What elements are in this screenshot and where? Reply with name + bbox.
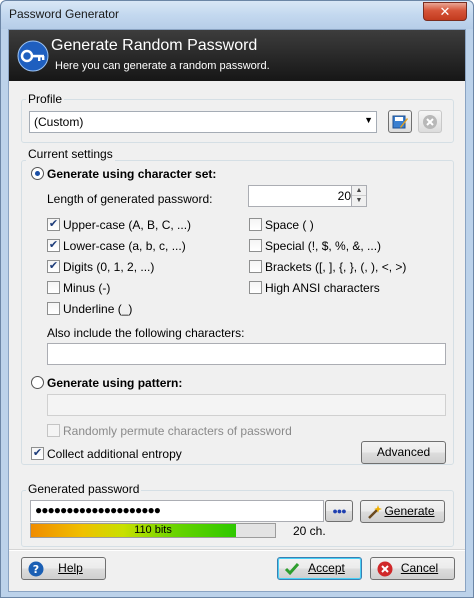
- brackets-checkbox[interactable]: [249, 260, 262, 273]
- help-button-label: Help: [58, 561, 83, 575]
- pattern-radio-label[interactable]: Generate using pattern:: [47, 376, 182, 390]
- length-spinner[interactable]: ▲ ▼: [351, 185, 367, 207]
- special-checkbox[interactable]: [249, 239, 262, 252]
- permute-label[interactable]: Randomly permute characters of password: [63, 424, 292, 438]
- advanced-button-label: Advanced: [376, 445, 431, 459]
- pattern-input[interactable]: [47, 394, 446, 416]
- brackets-label[interactable]: Brackets ([, ], {, }, (, ), <, >): [265, 260, 406, 274]
- profile-selected-value: (Custom): [34, 115, 84, 129]
- digits-label[interactable]: Digits (0, 1, 2, ...): [63, 260, 154, 274]
- upper-case-checkbox[interactable]: ✔: [47, 218, 60, 231]
- generated-password-value: ●●●●●●●●●●●●●●●●●●●●: [35, 503, 161, 517]
- digits-checkbox[interactable]: ✔: [47, 260, 60, 273]
- also-include-label: Also include the following characters:: [47, 326, 245, 340]
- delete-profile-icon: [423, 115, 437, 129]
- header-banner: Generate Random Password Here you can ge…: [9, 30, 465, 81]
- entropy-checkbox[interactable]: ✔: [31, 447, 44, 460]
- high-ansi-checkbox[interactable]: [249, 281, 262, 294]
- length-input[interactable]: 20: [248, 185, 358, 207]
- banner-title: Generate Random Password: [51, 37, 258, 54]
- accept-button-label: Accept: [308, 561, 345, 575]
- footer-separator: [9, 549, 465, 551]
- spin-down-icon[interactable]: ▼: [352, 196, 366, 206]
- title-bar[interactable]: Password Generator ✕: [1, 1, 473, 29]
- close-button[interactable]: ✕: [423, 2, 467, 21]
- chevron-down-icon[interactable]: ▼: [364, 115, 373, 125]
- window-title: Password Generator: [9, 7, 120, 21]
- lower-case-checkbox[interactable]: ✔: [47, 239, 60, 252]
- length-label: Length of generated password:: [47, 192, 213, 206]
- cancel-button[interactable]: Cancel: [370, 557, 455, 580]
- cancel-button-label: Cancel: [400, 561, 439, 575]
- minus-checkbox[interactable]: [47, 281, 60, 294]
- permute-checkbox[interactable]: [47, 424, 60, 437]
- special-label[interactable]: Special (!, $, %, &, ...): [265, 239, 381, 253]
- password-generator-window: Password Generator ✕ Generate Random Pas…: [0, 0, 474, 598]
- banner-subtitle: Here you can generate a random password.: [55, 60, 270, 72]
- password-length-text: 20 ch.: [293, 524, 326, 538]
- generate-button[interactable]: Generate: [360, 500, 445, 523]
- upper-case-label[interactable]: Upper-case (A, B, C, ...): [63, 218, 191, 232]
- generate-button-label: Generate: [384, 504, 435, 518]
- settings-group-label: Current settings: [26, 147, 115, 161]
- lower-case-label[interactable]: Lower-case (a, b, c, ...): [63, 239, 186, 253]
- generated-password-group-label: Generated password: [26, 482, 142, 496]
- delete-profile-button[interactable]: [418, 110, 442, 133]
- password-quality-text: 110 bits: [134, 524, 172, 536]
- space-checkbox[interactable]: [249, 218, 262, 231]
- length-value: 20: [337, 189, 351, 203]
- underline-checkbox[interactable]: [47, 302, 60, 315]
- minus-label[interactable]: Minus (-): [63, 281, 110, 295]
- pattern-radio[interactable]: [31, 376, 44, 389]
- dialog-client-area: Generate Random Password Here you can ge…: [8, 29, 466, 592]
- generated-password-field[interactable]: ●●●●●●●●●●●●●●●●●●●●: [30, 500, 324, 522]
- charset-radio[interactable]: [31, 167, 44, 180]
- spin-up-icon[interactable]: ▲: [352, 186, 366, 196]
- advanced-button[interactable]: Advanced: [361, 441, 446, 464]
- entropy-label[interactable]: Collect additional entropy: [47, 447, 182, 461]
- password-quality-bar: 110 bits: [30, 523, 276, 538]
- also-include-input[interactable]: [47, 343, 446, 365]
- profile-select[interactable]: (Custom) ▼: [29, 111, 377, 133]
- help-button[interactable]: ? Help: [21, 557, 106, 580]
- accept-button[interactable]: Accept: [277, 557, 362, 580]
- key-icon: [17, 40, 49, 72]
- show-password-icon: ●●●: [332, 506, 346, 516]
- save-profile-icon: [392, 115, 408, 129]
- show-password-button[interactable]: ●●●: [325, 500, 353, 522]
- underline-label[interactable]: Underline (_): [63, 302, 132, 316]
- charset-radio-label[interactable]: Generate using character set:: [47, 167, 216, 181]
- space-label[interactable]: Space ( ): [265, 218, 314, 232]
- high-ansi-label[interactable]: High ANSI characters: [265, 281, 380, 295]
- profile-group-label: Profile: [26, 92, 65, 106]
- save-profile-button[interactable]: [388, 110, 412, 133]
